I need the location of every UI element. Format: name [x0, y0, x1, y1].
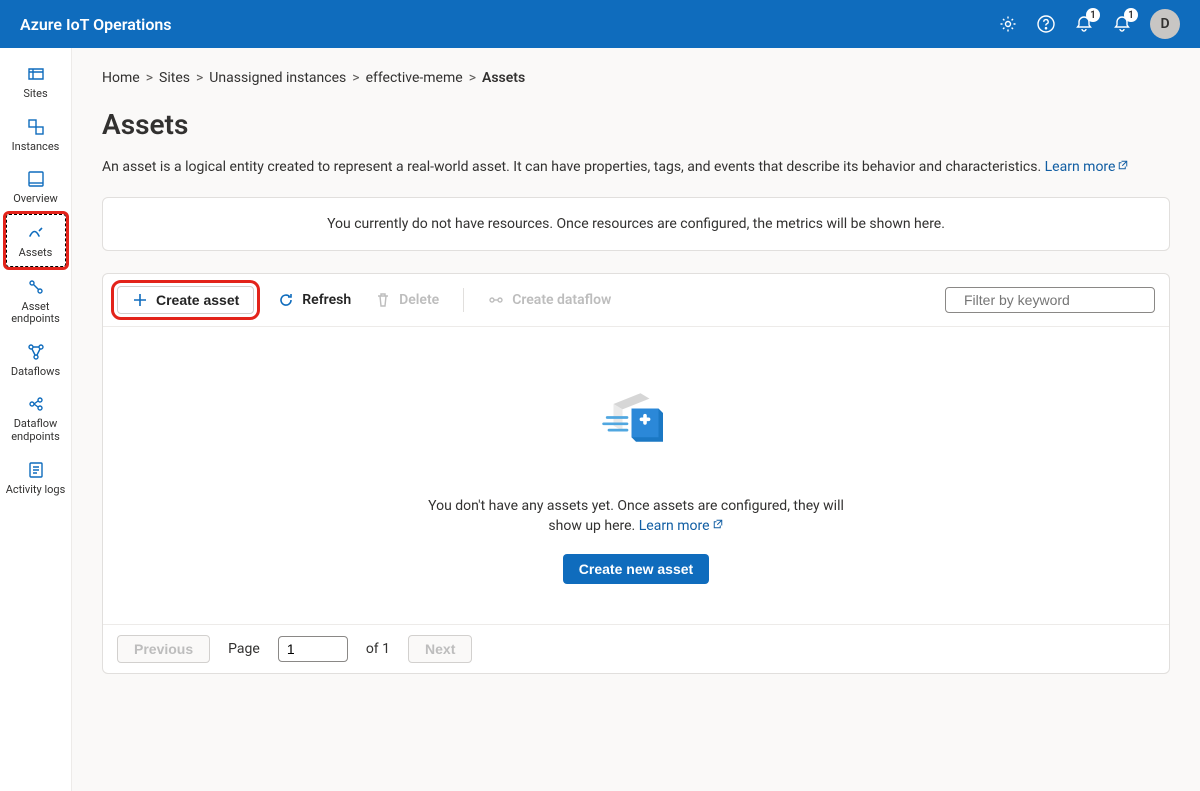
nav-label: Dataflow endpoints	[6, 418, 66, 443]
toolbar-separator	[463, 288, 464, 312]
top-bar-actions: 1 1 D	[998, 9, 1180, 39]
page-title: Assets	[102, 108, 1170, 141]
breadcrumb-current: Assets	[482, 70, 525, 86]
delete-icon	[375, 292, 391, 308]
gear-icon[interactable]	[998, 14, 1018, 34]
nav-activity-logs[interactable]: Activity logs	[6, 452, 66, 503]
toolbar: Create asset Refresh Delete Create dataf…	[103, 274, 1169, 327]
page-of-label: of 1	[366, 641, 390, 657]
nav-label: Instances	[12, 141, 60, 154]
create-new-asset-button[interactable]: Create new asset	[563, 554, 709, 584]
help-icon[interactable]	[1036, 14, 1056, 34]
nav-label: Overview	[13, 193, 58, 206]
empty-state: You don't have any assets yet. Once asse…	[103, 327, 1169, 624]
dataflow-endpoints-icon	[26, 394, 46, 414]
filter-search[interactable]	[945, 287, 1155, 313]
create-dataflow-button: Create dataflow	[488, 292, 611, 308]
assets-icon	[26, 223, 46, 243]
filter-input[interactable]	[964, 292, 1145, 308]
empty-learn-more-link[interactable]: Learn more	[639, 518, 724, 534]
empty-text: You don't have any assets yet. Once asse…	[416, 497, 856, 536]
avatar[interactable]: D	[1150, 9, 1180, 39]
nav-label: Assets	[19, 247, 53, 260]
sites-icon	[26, 64, 46, 84]
breadcrumb-instance[interactable]: effective-meme	[366, 70, 463, 86]
page-label: Page	[228, 641, 260, 657]
refresh-icon	[278, 292, 294, 308]
nav-dataflow-endpoints[interactable]: Dataflow endpoints	[6, 386, 66, 449]
create-asset-button[interactable]: Create asset	[117, 286, 254, 314]
next-button: Next	[408, 635, 472, 663]
breadcrumb: Home > Sites > Unassigned instances > ef…	[102, 70, 1170, 86]
pager: Previous Page of 1 Next	[103, 624, 1169, 673]
plus-icon	[132, 292, 148, 308]
delete-button: Delete	[375, 292, 439, 308]
notifications-icon-2[interactable]: 1	[1112, 14, 1132, 34]
side-nav: Sites Instances Overview Assets Asset en…	[0, 48, 72, 791]
assets-panel: Create asset Refresh Delete Create dataf…	[102, 273, 1170, 674]
refresh-button[interactable]: Refresh	[278, 292, 351, 308]
breadcrumb-home[interactable]: Home	[102, 70, 140, 86]
nav-asset-endpoints[interactable]: Asset endpoints	[6, 269, 66, 332]
page-subtext: An asset is a logical entity created to …	[102, 159, 1170, 175]
nav-instances[interactable]: Instances	[6, 109, 66, 160]
overview-icon	[26, 169, 46, 189]
app-title: Azure IoT Operations	[20, 15, 172, 34]
info-card: You currently do not have resources. Onc…	[102, 197, 1170, 251]
dataflows-icon	[26, 342, 46, 362]
notification-badge: 1	[1086, 8, 1100, 22]
top-bar: Azure IoT Operations 1 1 D	[0, 0, 1200, 48]
nav-label: Sites	[23, 88, 47, 101]
notifications-icon-1[interactable]: 1	[1074, 14, 1094, 34]
asset-endpoints-icon	[26, 277, 46, 297]
nav-dataflows[interactable]: Dataflows	[6, 334, 66, 385]
breadcrumb-unassigned[interactable]: Unassigned instances	[209, 70, 346, 86]
breadcrumb-sites[interactable]: Sites	[159, 70, 190, 86]
main-content: Home > Sites > Unassigned instances > ef…	[72, 48, 1200, 791]
nav-label: Asset endpoints	[6, 301, 66, 326]
activity-logs-icon	[26, 460, 46, 480]
notification-badge: 1	[1124, 8, 1138, 22]
nav-assets[interactable]: Assets	[6, 214, 66, 267]
nav-label: Activity logs	[6, 484, 66, 497]
dataflow-icon	[488, 292, 504, 308]
previous-button: Previous	[117, 635, 210, 663]
nav-sites[interactable]: Sites	[6, 56, 66, 107]
instances-icon	[26, 117, 46, 137]
learn-more-link[interactable]: Learn more	[1045, 159, 1130, 175]
nav-label: Dataflows	[11, 366, 60, 379]
page-input[interactable]	[278, 636, 348, 662]
nav-overview[interactable]: Overview	[6, 161, 66, 212]
empty-illustration	[591, 377, 681, 467]
